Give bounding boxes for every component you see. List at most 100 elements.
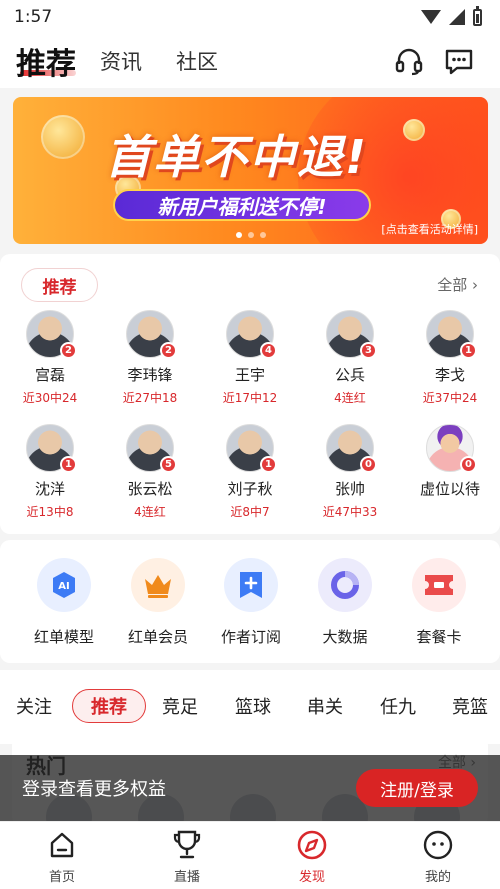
tool-label: 大数据 (322, 628, 368, 646)
bottom-nav: 首页 直播 发现 我的 (0, 821, 500, 889)
expert-name: 宫磊 (34, 366, 65, 384)
expert-name: 张云松 (127, 480, 173, 498)
expert-name: 张帅 (334, 480, 365, 498)
tool-subscribe[interactable]: 作者订阅 (201, 558, 301, 647)
tab-jingzu[interactable]: 竞足 (162, 689, 198, 723)
headset-icon[interactable] (390, 42, 428, 80)
tool-big-data[interactable]: 大数据 (295, 558, 395, 647)
status-bar: 1:57 (0, 0, 500, 34)
expert-item[interactable]: 1 李戈 近37中24 (400, 310, 500, 406)
avatar: 1 (26, 424, 77, 473)
expert-stat: 近13中8 (26, 505, 74, 519)
tool-package-card[interactable]: 套餐卡 (389, 558, 489, 647)
register-login-button[interactable]: 注册/登录 (356, 769, 478, 807)
expert-item[interactable]: 5 张云松 4连红 (100, 424, 200, 520)
svg-text:AI: AI (58, 581, 69, 592)
expert-name: 刘子秋 (227, 480, 273, 498)
expert-all-label: 全部 (437, 276, 468, 294)
ai-model-icon: AI (37, 558, 91, 612)
tab-recommend-category[interactable]: 推荐 (72, 689, 146, 723)
expert-badge: 2 (160, 342, 177, 359)
nav-live[interactable]: 直播 (137, 828, 237, 885)
home-icon (45, 828, 79, 862)
avatar: 1 (226, 424, 277, 473)
banner-dot[interactable] (235, 232, 242, 238)
banner-pagination (13, 232, 488, 238)
tab-follow[interactable]: 关注 (16, 689, 52, 723)
expert-stat: 近47中33 (322, 505, 378, 519)
avatar: 4 (226, 310, 277, 359)
coin-decoration (403, 119, 425, 141)
avatar: 1 (426, 310, 477, 359)
expert-item[interactable]: 4 王宇 近17中12 (200, 310, 300, 406)
ticket-icon (412, 558, 466, 612)
expert-item[interactable]: 0 张帅 近47中33 (300, 424, 400, 520)
expert-name: 虚位以待 (419, 480, 480, 498)
expert-stat: 4连红 (134, 505, 166, 519)
banner-subtitle: 新用户福利送不停! (113, 189, 371, 221)
banner-title: 首单不中退! (105, 130, 368, 184)
app-screen: 1:57 推荐 资讯 社区 首单不中退! 新用户福利送不停! [点击查看活动详情… (0, 0, 500, 889)
nav-profile[interactable]: 我的 (388, 828, 488, 885)
subscribe-icon (224, 558, 278, 612)
category-tabs: 关注 推荐 竞足 篮球 串关 任九 竞篮 (0, 670, 500, 744)
expert-section-label[interactable]: 推荐 (21, 268, 98, 302)
expert-badge: 4 (260, 342, 277, 359)
battery-icon (473, 5, 482, 26)
nav-label: 发现 (298, 870, 325, 885)
status-icons (421, 5, 482, 26)
tool-label: 红单模型 (33, 628, 94, 646)
tool-label: 套餐卡 (416, 628, 462, 646)
expert-item[interactable]: 3 公兵 4连红 (300, 310, 400, 406)
expert-all-link[interactable]: 全部 › (437, 274, 478, 295)
nav-home[interactable]: 首页 (12, 828, 112, 885)
tab-community[interactable]: 社区 (176, 34, 218, 88)
placeholder-avatar: 0 (426, 424, 477, 473)
message-icon[interactable] (440, 42, 478, 80)
expert-stat: 近17中12 (222, 391, 278, 405)
promo-banner[interactable]: 首单不中退! 新用户福利送不停! [点击查看活动详情] (13, 97, 488, 244)
expert-item[interactable]: 1 刘子秋 近8中7 (200, 424, 300, 520)
expert-badge: 0 (460, 456, 477, 473)
expert-stat: 近27中18 (122, 391, 178, 405)
nav-label: 我的 (424, 870, 451, 885)
expert-item[interactable]: 0 虚位以待 (400, 424, 500, 503)
signal-icon (449, 9, 465, 25)
expert-item[interactable]: 2 李玮锋 近27中18 (100, 310, 200, 406)
expert-name: 李玮锋 (127, 366, 173, 384)
tab-parlay[interactable]: 串关 (307, 689, 343, 723)
expert-name: 沈洋 (34, 480, 65, 498)
avatar: 5 (126, 424, 177, 473)
expert-panel: 推荐 全部 › 2 宫磊 近30中24 2 李玮锋 近27中18 4 王宇 近1… (0, 254, 500, 534)
login-prompt-text: 登录查看更多权益 (22, 779, 166, 800)
nav-discover[interactable]: 发现 (262, 828, 362, 885)
chevron-right-icon: › (472, 276, 478, 294)
tool-label: 作者订阅 (220, 628, 281, 646)
expert-stat: 4连红 (334, 391, 366, 405)
big-data-icon (318, 558, 372, 612)
expert-badge: 1 (260, 456, 277, 473)
expert-badge: 5 (160, 456, 177, 473)
tab-recommend[interactable]: 推荐 (16, 34, 76, 88)
expert-item[interactable]: 2 宫磊 近30中24 (0, 310, 100, 406)
profile-icon (421, 828, 455, 862)
tab-renjiu[interactable]: 任九 (380, 689, 416, 723)
compass-icon (295, 828, 329, 862)
tab-basketball[interactable]: 篮球 (235, 689, 271, 723)
tab-news[interactable]: 资讯 (100, 34, 142, 88)
tab-jinglan[interactable]: 竞篮 (452, 689, 488, 723)
expert-item[interactable]: 1 沈洋 近13中8 (0, 424, 100, 520)
expert-name: 王宇 (234, 366, 265, 384)
expert-badge: 1 (460, 342, 477, 359)
banner-dot[interactable] (259, 232, 266, 238)
tool-vip[interactable]: 红单会员 (108, 558, 208, 647)
avatar: 0 (326, 424, 377, 473)
trophy-icon (170, 828, 204, 862)
avatar: 3 (326, 310, 377, 359)
banner-dot[interactable] (247, 232, 254, 238)
tool-ai-model[interactable]: AI 红单模型 (14, 558, 114, 647)
expert-stat: 近8中7 (230, 505, 270, 519)
login-prompt-bar: 登录查看更多权益 注册/登录 (0, 755, 500, 821)
wifi-icon (421, 10, 441, 24)
tool-shortcuts: AI 红单模型 红单会员 作者订阅 大数据 套餐卡 (0, 540, 500, 663)
